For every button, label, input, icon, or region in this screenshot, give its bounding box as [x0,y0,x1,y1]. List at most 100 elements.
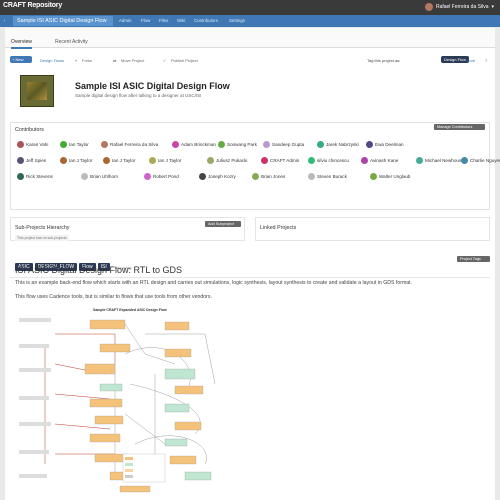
contributor-name: Steven Burack [317,174,347,179]
contributor-name: Soowang Park [227,142,257,147]
contributor-item[interactable]: Brian Uhlhorn [81,173,118,180]
contributor-item[interactable]: Ewa Deelman [366,141,404,148]
add-subproject-button[interactable]: Add Subproject [205,221,241,227]
nav-contributors[interactable]: Contributors [194,18,218,23]
description-paragraph-1: This is an example back-end flow which s… [15,280,413,286]
contributor-item[interactable]: Rafael Ferreira da Silva [101,141,158,148]
contributor-name: Ewa Deelman [375,142,404,147]
top-bar: CRAFT Repository Rafael Ferreira da Silv… [0,0,500,15]
contributor-item[interactable]: Avinash Kane [361,157,398,164]
contributor-name: Michael Newhouse [425,158,464,163]
move-project-button[interactable]: Move Project [121,58,144,63]
contributor-name: Ian Taylor [69,142,89,147]
contributor-item[interactable]: Ian J Taylor [60,157,92,164]
contributor-name: Rick Stevens [26,174,53,179]
contributor-item[interactable]: Jarek Nabrzyski [317,141,359,148]
contributor-name: Brian Jones [261,174,286,179]
contributor-avatar [60,141,67,148]
contributor-item[interactable]: Adam Brinckman [172,141,216,148]
move-icon: ⇄ [113,58,117,63]
forks-button[interactable]: Forks [82,58,92,63]
linked-projects-heading: Linked Projects [260,225,297,231]
contributor-avatar [370,173,377,180]
help-icon[interactable]: ? [485,58,487,63]
project-tags-button[interactable]: Project Tags [457,256,490,262]
contributor-avatar [366,141,373,148]
flow-side-notes [19,318,51,478]
core-label: Core [466,58,476,63]
contributor-name: CRAFT Admin [270,158,300,163]
project-chip-image [20,75,54,107]
contributor-avatar [361,157,368,164]
nav-wiki[interactable]: Wiki [177,18,185,23]
contributor-item[interactable]: Ian Taylor [60,141,89,148]
fork-icon: ⑂ [75,58,78,63]
tab-overview[interactable]: Overview [11,39,32,49]
contributor-avatar [17,141,24,148]
contributor-name: Walter Unglaub [379,174,411,179]
contributor-name: Avinash Kane [370,158,399,163]
description-title: ISI ASIC Digital Design Flow: RTL to GDS [15,265,183,275]
subprojects-panel: Sub-Projects Hierarchy Add Subproject Th… [10,217,245,241]
new-button[interactable]: + New [10,56,32,63]
contributor-name: Joseph Kozry [208,174,236,179]
contributor-item[interactable]: Ian J Taylor [103,157,135,164]
contributor-item[interactable]: Brian Jones [252,173,285,180]
nav-files[interactable]: Files [159,18,168,23]
contributor-avatar [317,141,324,148]
user-name: Rafael Ferreira da Silva [435,4,489,10]
contributor-item[interactable]: Juliusz Pukacki [207,157,247,164]
contributor-item[interactable]: Charlie Nguyen [461,157,500,164]
flow-legend [122,453,166,483]
design-flow-diagram: Sample CRAFT Expanded ASIC Design Flow [15,304,250,493]
contributors-heading: Contributors [15,127,44,133]
action-bar: + New Design Flows ⑂ Forks ⇄ Move Projec… [5,52,495,64]
contributor-name: Ian J Taylor [112,158,136,163]
chevron-down-icon: ▾ [491,4,494,10]
contributor-item[interactable]: Walter Unglaub [370,173,411,180]
contributor-name: Robert Pond [153,174,179,179]
user-menu[interactable]: Rafael Ferreira da Silva ▾ [424,3,494,11]
contributor-item[interactable]: Steven Burack [308,173,347,180]
contributor-avatar [263,141,270,148]
contributor-item[interactable]: Karan Vahi [17,141,48,148]
contributor-name: Brian Uhlhorn [90,174,119,179]
contributor-item[interactable]: Robert Pond [144,173,179,180]
core-toggle[interactable]: ✓ Core [462,58,475,63]
linked-projects-panel: Linked Projects [255,217,490,241]
contributor-avatar [144,173,151,180]
contributor-item[interactable]: silviu chincescu [308,157,349,164]
contributor-avatar [218,141,225,148]
contributor-item[interactable]: Sandeep Gupta [263,141,304,148]
contributor-name: Karan Vahi [26,142,49,147]
contributor-item[interactable]: Soowang Park [218,141,257,148]
design-flows-link[interactable]: Design Flows [40,58,64,63]
craft-logo[interactable]: CRAFT Repository [3,2,62,9]
nav-admin[interactable]: Admin [119,18,131,23]
flow-diagram-svg: Sample CRAFT Expanded ASIC Design Flow [19,308,216,493]
contributor-name: Ian J Taylor [69,158,93,163]
contributor-item[interactable]: CRAFT Admin [261,157,299,164]
contributor-item[interactable]: Joseph Kozry [199,173,236,180]
nav-settings[interactable]: Settings [229,18,245,23]
contributor-item[interactable]: Rick Stevens [17,173,53,180]
contributor-avatar [60,157,67,164]
contributor-avatar [17,173,24,180]
publish-project-button[interactable]: Publish Project [171,58,198,63]
back-icon[interactable]: ‹ [4,18,5,23]
tab-recent-activity[interactable]: Recent Activity [55,39,88,45]
description-paragraph-2: This flow uses Cadence tools, but is sim… [15,294,212,300]
contributor-item[interactable]: Ian J Taylor [149,157,181,164]
contributor-name: silviu chincescu [317,158,349,163]
no-subprojects-hint: This project has no sub-projects [15,235,69,241]
manage-contributors-button[interactable]: Manage Contributors [434,124,485,130]
project-nav-title[interactable]: Sample ISI ASIC Digital Design Flow [13,16,113,26]
tag-project-label: Tag this project as: [367,58,401,63]
nav-flow[interactable]: Flow [141,18,150,23]
contributor-avatar [199,173,206,180]
contributor-item[interactable]: Jeff Spies [17,157,46,164]
contributor-avatar [416,157,423,164]
contributor-item[interactable]: Michael Newhouse [416,157,464,164]
contributor-name: Jarek Nabrzyski [326,142,359,147]
contributor-avatar [261,157,268,164]
